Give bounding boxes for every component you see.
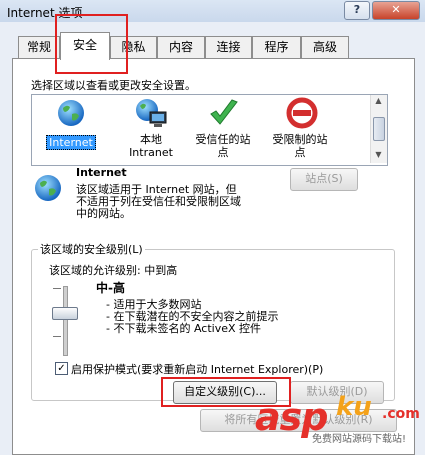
zone-label: Internet <box>46 135 96 150</box>
protected-mode-label: 启用保护模式(要求重新启动 Internet Explorer)(P) <box>71 363 324 376</box>
slider-tick <box>53 288 61 289</box>
zone-list-scrollbar[interactable]: ▲ ▼ <box>370 95 387 163</box>
tab-programs[interactable]: 程序 <box>252 36 301 59</box>
zone-label: 本地 Intranet <box>129 133 173 159</box>
highlight-box-security-tab <box>55 14 128 74</box>
scroll-up-arrow-icon[interactable]: ▲ <box>373 96 384 108</box>
zone-restricted-sites[interactable]: 受限制的站 点 <box>260 95 340 163</box>
protected-mode-checkbox[interactable]: ✓ <box>55 362 68 375</box>
allowed-levels-text: 该区域的允许级别: 中到高 <box>49 264 178 277</box>
security-level-title: 该区域的安全级别(L) <box>38 241 145 257</box>
sites-button[interactable]: 站点(S) <box>290 168 358 191</box>
intranet-icon <box>136 99 167 127</box>
watermark-logo-dotcom: .com <box>382 406 420 422</box>
scroll-thumb[interactable] <box>373 117 385 141</box>
zone-local-intranet[interactable]: 本地 Intranet <box>116 95 186 163</box>
slider-tick <box>53 336 61 337</box>
zone-internet[interactable]: Internet <box>36 95 106 163</box>
security-level-name: 中-高 <box>96 281 125 295</box>
zone-description: 该区域适用于 Internet 网站，但 不适用于列在受信任和受限制区域 中的网… <box>76 183 241 220</box>
watermark-tagline: 免费网站源码下载站! <box>312 434 407 445</box>
tab-connections[interactable]: 连接 <box>205 36 252 59</box>
help-button[interactable]: ? <box>344 1 370 20</box>
watermark-logo-ku: ku <box>336 392 372 422</box>
tab-content[interactable]: 内容 <box>157 36 205 59</box>
globe-icon <box>35 175 61 201</box>
level-bullet: - 不下载未签名的 ActiveX 控件 <box>106 322 262 335</box>
close-button[interactable]: ✕ <box>372 1 420 20</box>
tab-advanced[interactable]: 高级 <box>301 36 349 59</box>
globe-icon <box>58 100 84 126</box>
security-level-slider-thumb[interactable] <box>52 307 78 320</box>
zone-prompt: 选择区域以查看或更改安全设置。 <box>31 79 196 92</box>
zone-label: 受信任的站 点 <box>195 133 251 159</box>
checkmark-icon <box>210 99 238 125</box>
selected-zone-title: Internet <box>76 166 127 179</box>
scroll-down-arrow-icon[interactable]: ▼ <box>373 150 384 162</box>
tab-general[interactable]: 常规 <box>18 36 60 59</box>
prohibited-icon <box>286 97 318 129</box>
zone-trusted-sites[interactable]: 受信任的站 点 <box>184 95 262 163</box>
zone-list: Internet 本地 Intranet 受信任的站 点 受限制的站 点 ▲ ▼ <box>31 94 388 166</box>
security-level-slider-track[interactable] <box>63 286 68 356</box>
zone-label: 受限制的站 点 <box>272 133 328 159</box>
